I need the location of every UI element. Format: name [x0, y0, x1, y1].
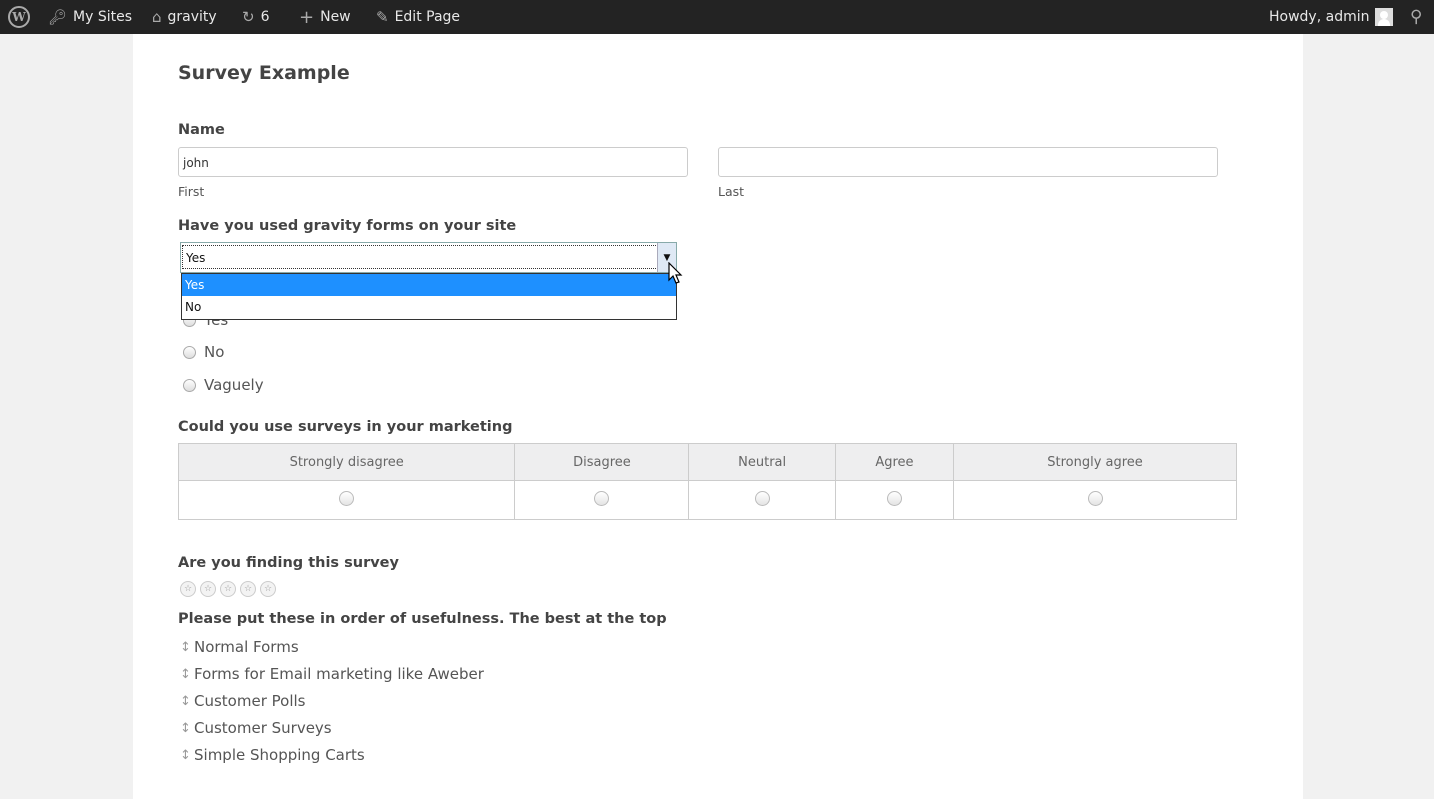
radio-button[interactable] [183, 378, 196, 392]
page-content: Survey Example Name john First Last Have… [133, 34, 1303, 799]
key-icon: 🔑︎ [48, 8, 68, 26]
new-content-menu[interactable]: + New [299, 0, 351, 34]
likert-cell [953, 480, 1237, 520]
avatar [1375, 8, 1394, 26]
page-title: Survey Example [178, 62, 350, 84]
rank-item[interactable]: ↕ Normal Forms [180, 638, 299, 656]
rank-item-label: Customer Surveys [194, 719, 332, 737]
my-account-menu[interactable]: Howdy, admin [1269, 0, 1394, 34]
updates-button[interactable]: ↻ 6 [242, 0, 270, 34]
drag-handle-icon[interactable]: ↕ [180, 721, 191, 736]
star-icon[interactable]: ☆ [220, 581, 236, 597]
greeting-label: Howdy, admin [1269, 9, 1370, 25]
star-icon[interactable]: ☆ [260, 581, 276, 597]
star-icon[interactable]: ☆ [200, 581, 216, 597]
likert-cell [514, 480, 690, 520]
likert-column-header: Neutral [688, 443, 836, 481]
search-icon: ⚲ [1410, 7, 1423, 27]
rank-item-label: Simple Shopping Carts [194, 746, 365, 764]
likert-column-header: Disagree [514, 443, 690, 481]
used-gf-label: Have you used gravity forms on your site [178, 218, 517, 234]
radio-label: Vaguely [204, 376, 264, 394]
radio-button[interactable] [183, 345, 196, 359]
rank-item[interactable]: ↕ Forms for Email marketing like Aweber [180, 665, 484, 683]
rank-item-label: Customer Polls [194, 692, 306, 710]
likert-radio-disagree[interactable] [594, 490, 610, 506]
radio-label: No [204, 343, 225, 361]
refresh-icon: ↻ [242, 8, 255, 26]
likert-column-header: Agree [834, 443, 955, 481]
star-icon[interactable]: ☆ [240, 581, 256, 597]
mouse-cursor-icon [668, 262, 683, 284]
likert-radio-strongly-disagree[interactable] [339, 490, 355, 506]
rank-item[interactable]: ↕ Customer Surveys [180, 719, 332, 737]
dropdown-option-no[interactable]: No [182, 296, 676, 318]
rank-item[interactable]: ↕ Customer Polls [180, 692, 305, 710]
first-name-input[interactable]: john [178, 147, 688, 177]
likert-radio-neutral[interactable] [754, 490, 770, 506]
likert-label: Could you use surveys in your marketing [178, 419, 513, 435]
search-button[interactable]: ⚲ [1410, 0, 1422, 34]
likert-column-header: Strongly agree [953, 443, 1237, 481]
rank-item-label: Normal Forms [194, 638, 299, 656]
updates-count: 6 [260, 9, 270, 25]
plus-icon: + [299, 6, 315, 28]
star-rating: ☆ ☆ ☆ ☆ ☆ [180, 581, 276, 597]
dropdown-option-yes[interactable]: Yes [182, 274, 676, 296]
radio-option-vaguely[interactable]: Vaguely [183, 376, 264, 394]
select-value: Yes [182, 245, 658, 269]
admin-bar: W 🔑︎ My Sites ⌂ gravity ↻ 6 + New ✎ Edit… [0, 0, 1434, 34]
likert-cell [177, 480, 516, 520]
my-sites-label: My Sites [73, 9, 133, 25]
rating-label: Are you finding this survey [178, 555, 399, 571]
select-dropdown-list: Yes No [181, 273, 677, 320]
edit-page-button[interactable]: ✎ Edit Page [376, 0, 460, 34]
likert-cell [688, 480, 836, 520]
drag-handle-icon[interactable]: ↕ [180, 694, 191, 709]
my-sites-menu[interactable]: 🔑︎ My Sites [48, 0, 132, 34]
used-gf-select[interactable]: Yes ▼ [180, 242, 677, 273]
first-sublabel: First [178, 184, 205, 199]
rank-item[interactable]: ↕ Simple Shopping Carts [180, 746, 365, 764]
wordpress-icon: W [8, 6, 30, 28]
home-icon: ⌂ [152, 8, 162, 26]
radio-option-no[interactable]: No [183, 343, 224, 361]
new-label: New [320, 9, 351, 25]
wp-logo-button[interactable]: W [8, 0, 30, 34]
site-name-label: gravity [167, 9, 217, 25]
likert-table: Strongly disagree Disagree Neutral Agree… [177, 443, 1237, 520]
drag-handle-icon[interactable]: ↕ [180, 640, 191, 655]
likert-radio-agree[interactable] [886, 490, 902, 506]
rank-item-label: Forms for Email marketing like Aweber [194, 665, 484, 683]
last-sublabel: Last [718, 184, 745, 199]
rank-label: Please put these in order of usefulness.… [178, 611, 667, 627]
last-name-input[interactable] [718, 147, 1218, 177]
pencil-icon: ✎ [376, 8, 389, 26]
edit-page-label: Edit Page [394, 9, 461, 25]
star-icon[interactable]: ☆ [180, 581, 196, 597]
likert-column-header: Strongly disagree [177, 443, 516, 481]
likert-cell [834, 480, 955, 520]
site-name-menu[interactable]: ⌂ gravity [152, 0, 217, 34]
name-label: Name [178, 122, 225, 138]
drag-handle-icon[interactable]: ↕ [180, 667, 191, 682]
drag-handle-icon[interactable]: ↕ [180, 748, 191, 763]
likert-radio-strongly-agree[interactable] [1087, 490, 1103, 506]
